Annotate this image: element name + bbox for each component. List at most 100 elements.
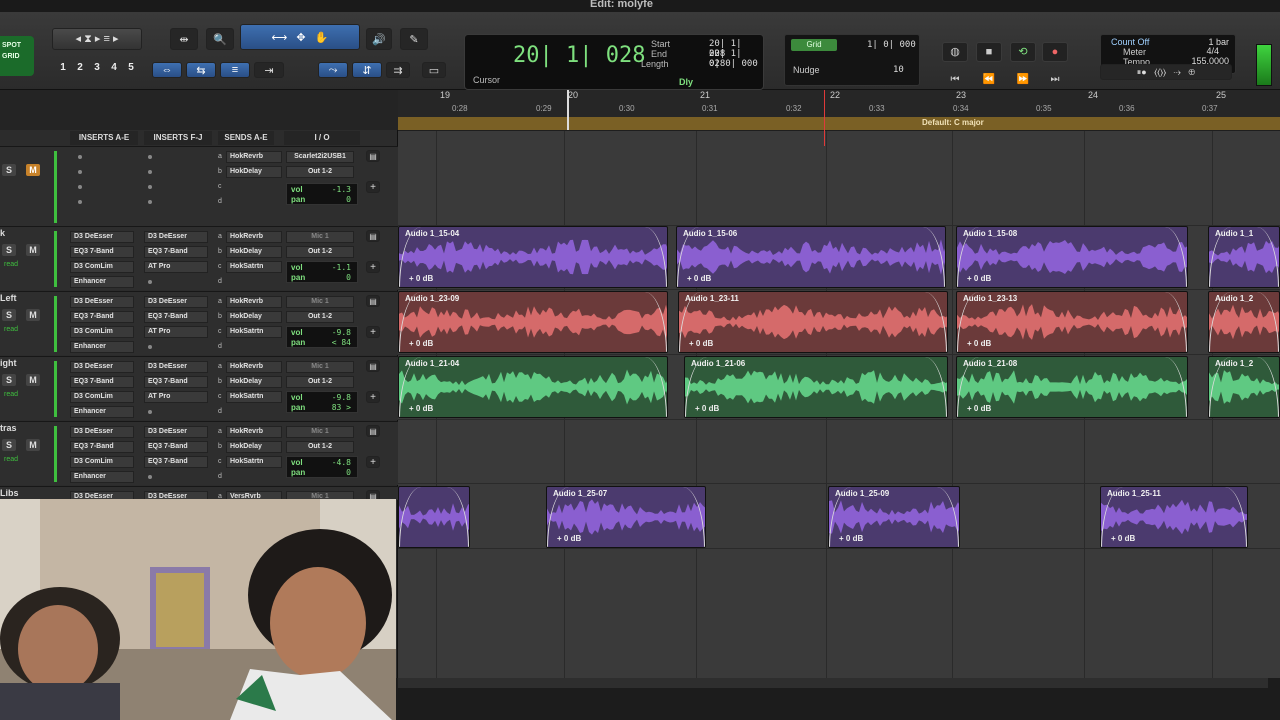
record-icon[interactable]: ●	[1042, 42, 1068, 62]
delay-comp-label[interactable]: Dly	[679, 77, 693, 87]
solo-button[interactable]: S	[2, 374, 16, 386]
pan-value[interactable]: 0	[346, 195, 351, 204]
output-selector[interactable]: Out 1-2	[286, 311, 354, 323]
pan-value[interactable]: < 84	[332, 338, 351, 347]
rewind-icon[interactable]: ⏪	[976, 72, 1002, 88]
audio-clip[interactable]: Audio 1_15-06 + 0 dB	[676, 226, 946, 288]
grid-mode-icon[interactable]: ≡	[220, 62, 250, 78]
clip-gain[interactable]: + 0 dB	[967, 404, 991, 413]
audio-clip[interactable]: Audio 1_15-08 + 0 dB	[956, 226, 1188, 288]
edit-mode-selector[interactable]: SPOT GRID	[0, 36, 34, 76]
audio-clip[interactable]: Audio 1_25-09 + 0 dB	[828, 486, 960, 548]
send-slot[interactable]: HokRevrb	[226, 361, 282, 373]
vol-value[interactable]: -4.8	[332, 458, 351, 467]
input-selector[interactable]: Mic 1	[286, 296, 354, 308]
insert-slot[interactable]: D3 DeEsser	[70, 361, 134, 373]
track-row[interactable]: tras S Mread D3 DeEsser EQ3 7-Band D3 ComLim E…	[0, 421, 398, 485]
clip-gain[interactable]: + 0 dB	[409, 404, 433, 413]
zoom-preset-2[interactable]: 2	[73, 62, 87, 76]
automation-mode[interactable]: read	[4, 261, 18, 268]
tab-to-transient-icon[interactable]: ⇥	[254, 62, 284, 78]
zoom-preset-5[interactable]: 5	[124, 62, 138, 76]
empty-insert-slot[interactable]	[78, 185, 82, 189]
empty-insert-slot[interactable]	[148, 200, 152, 204]
mute-button[interactable]: M	[26, 164, 40, 176]
insert-slot[interactable]: EQ3 7-Band	[70, 441, 134, 453]
track-row[interactable]: S Ma HokRevrb b HokDelay c d Scarlet2i2USB1 Out …	[0, 146, 398, 226]
input-selector[interactable]: Mic 1	[286, 231, 354, 243]
automation-mode[interactable]: read	[4, 456, 18, 463]
insert-slot[interactable]: AT Pro	[144, 326, 208, 338]
track-view-icon[interactable]: ▤	[366, 295, 380, 307]
mute-button[interactable]: M	[26, 374, 40, 386]
link-icon[interactable]: ⤳	[318, 62, 348, 78]
empty-insert-slot[interactable]	[148, 410, 152, 414]
send-slot[interactable]: HokDelay	[226, 246, 282, 258]
track-view-icon[interactable]: ▤	[366, 230, 380, 242]
empty-insert-slot[interactable]	[148, 280, 152, 284]
add-icon[interactable]: +	[366, 326, 380, 338]
add-icon[interactable]: +	[366, 456, 380, 468]
empty-insert-slot[interactable]	[148, 345, 152, 349]
track-row[interactable]: LibsD3 DeEsserD3 DeEsseraVersRvrbMic 1▤+	[0, 486, 398, 533]
fast-forward-icon[interactable]: ⏩	[1010, 72, 1036, 88]
solo-button[interactable]: S	[2, 244, 16, 256]
output-selector[interactable]: Out 1-2	[286, 246, 354, 258]
audio-clip[interactable]: Audio 1_23-09 + 0 dB	[398, 291, 668, 353]
grid-toggle[interactable]: Grid	[791, 39, 837, 51]
insert-slot[interactable]: EQ3 7-Band	[70, 376, 134, 388]
send-slot[interactable]: HokDelay	[226, 166, 282, 178]
insert-slot[interactable]: EQ3 7-Band	[144, 456, 208, 468]
length-value[interactable]: 0| 0| 000	[709, 59, 758, 69]
zoomer-tool-icon[interactable]: ⇹	[170, 28, 198, 50]
vol-value[interactable]: -1.1	[332, 263, 351, 272]
track-name[interactable]: k	[0, 228, 5, 238]
count-off-label[interactable]: Count Off	[1111, 37, 1149, 47]
insert-slot[interactable]: EQ3 7-Band	[144, 441, 208, 453]
empty-insert-slot[interactable]	[78, 155, 82, 159]
clip-gain[interactable]: + 0 dB	[409, 339, 433, 348]
volume-pan-display[interactable]: vol -9.8 pan < 84	[286, 326, 358, 348]
audio-clip[interactable]: Audio 1_2	[1208, 356, 1280, 418]
insert-slot[interactable]: EQ3 7-Band	[144, 246, 208, 258]
volume-pan-display[interactable]: vol -1.1 pan 0	[286, 261, 358, 283]
vol-value[interactable]: -9.8	[332, 393, 351, 402]
clip-gain[interactable]: + 0 dB	[695, 404, 719, 413]
insert-slot[interactable]: D3 DeEsser	[144, 426, 208, 438]
insert-slot[interactable]: Enhancer	[70, 276, 134, 288]
vol-value[interactable]: -1.3	[332, 185, 351, 194]
audio-clip[interactable]	[398, 486, 470, 548]
mirror-icon[interactable]: ⇵	[352, 62, 382, 78]
nudge-value[interactable]: 10	[893, 65, 904, 75]
insert-slot[interactable]: D3 ComLim	[70, 456, 134, 468]
empty-insert-slot[interactable]	[148, 155, 152, 159]
slip-mode-icon[interactable]: ⇆	[186, 62, 216, 78]
zoom-preset-1[interactable]: 1	[56, 62, 70, 76]
clip-gain[interactable]: + 0 dB	[557, 534, 581, 543]
clip-gain[interactable]: + 0 dB	[409, 274, 433, 283]
track-view-icon[interactable]: ▤	[366, 360, 380, 372]
insert-slot[interactable]: D3 ComLim	[70, 391, 134, 403]
playhead-cursor[interactable]	[567, 90, 569, 130]
edit-tools-group[interactable]: ⟷ ✥ ✋	[240, 24, 360, 50]
output-selector[interactable]: Out 1-2	[286, 441, 354, 453]
output-selector[interactable]: Out 1-2	[286, 376, 354, 388]
empty-insert-slot[interactable]	[148, 170, 152, 174]
input-selector[interactable]: Scarlet2i2USB1	[286, 151, 354, 163]
zoom-preset-4[interactable]: 4	[107, 62, 121, 76]
send-slot[interactable]: HokRevrb	[226, 151, 282, 163]
track-view-icon[interactable]: ▤	[366, 150, 380, 162]
send-slot[interactable]: HokRevrb	[226, 426, 282, 438]
empty-insert-slot[interactable]	[148, 185, 152, 189]
audio-clip[interactable]: Audio 1_21-04 + 0 dB	[398, 356, 668, 418]
insert-slot[interactable]: EQ3 7-Band	[144, 376, 208, 388]
audio-clip[interactable]: Audio 1_23-11 + 0 dB	[678, 291, 948, 353]
vol-value[interactable]: -9.8	[332, 328, 351, 337]
search-icon[interactable]: 🔍	[206, 28, 234, 50]
add-icon[interactable]: +	[366, 261, 380, 273]
audio-clip[interactable]: Audio 1_21-06 + 0 dB	[684, 356, 948, 418]
clip-gain[interactable]: + 0 dB	[967, 339, 991, 348]
track-name[interactable]: ight	[0, 358, 17, 368]
track-row[interactable]: k S Mread D3 DeEsser EQ3 7-Band D3 ComLim Enha…	[0, 226, 398, 290]
loop-icon[interactable]: ⟲	[1010, 42, 1036, 62]
